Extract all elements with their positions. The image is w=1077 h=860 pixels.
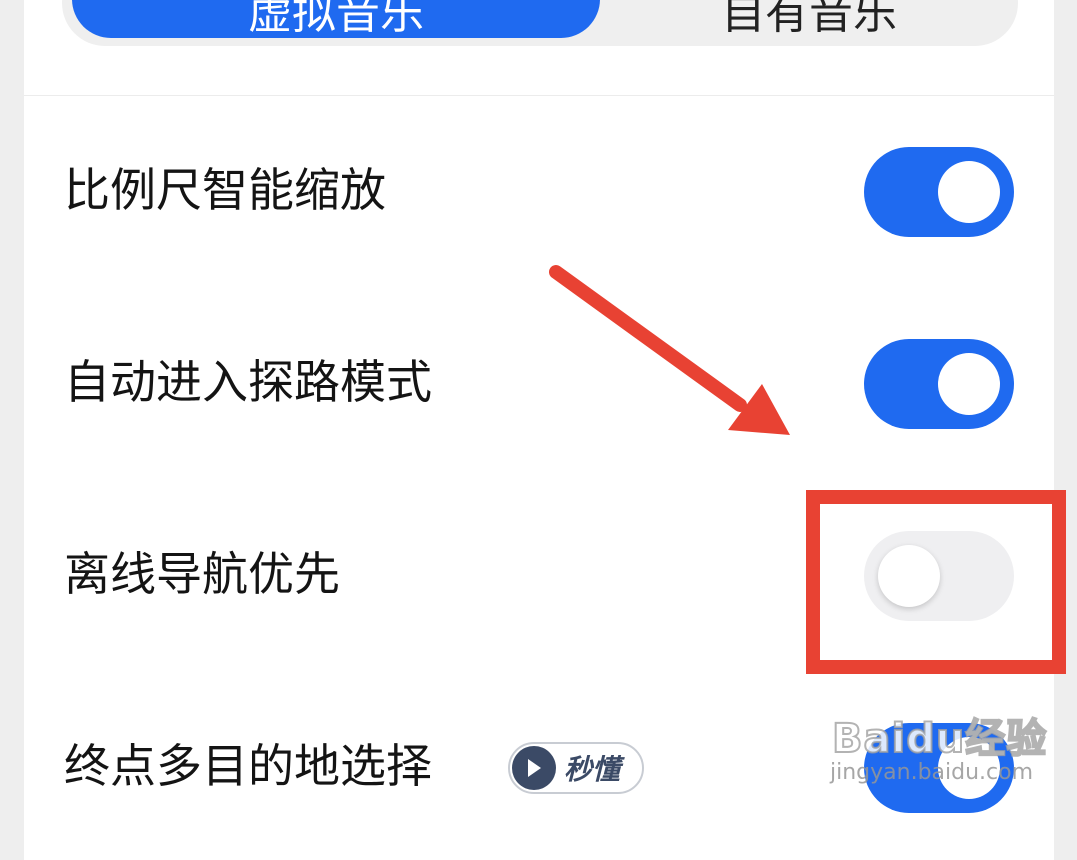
annotation-arrow-icon [549, 265, 790, 435]
annotation-highlight-box [806, 490, 1066, 674]
